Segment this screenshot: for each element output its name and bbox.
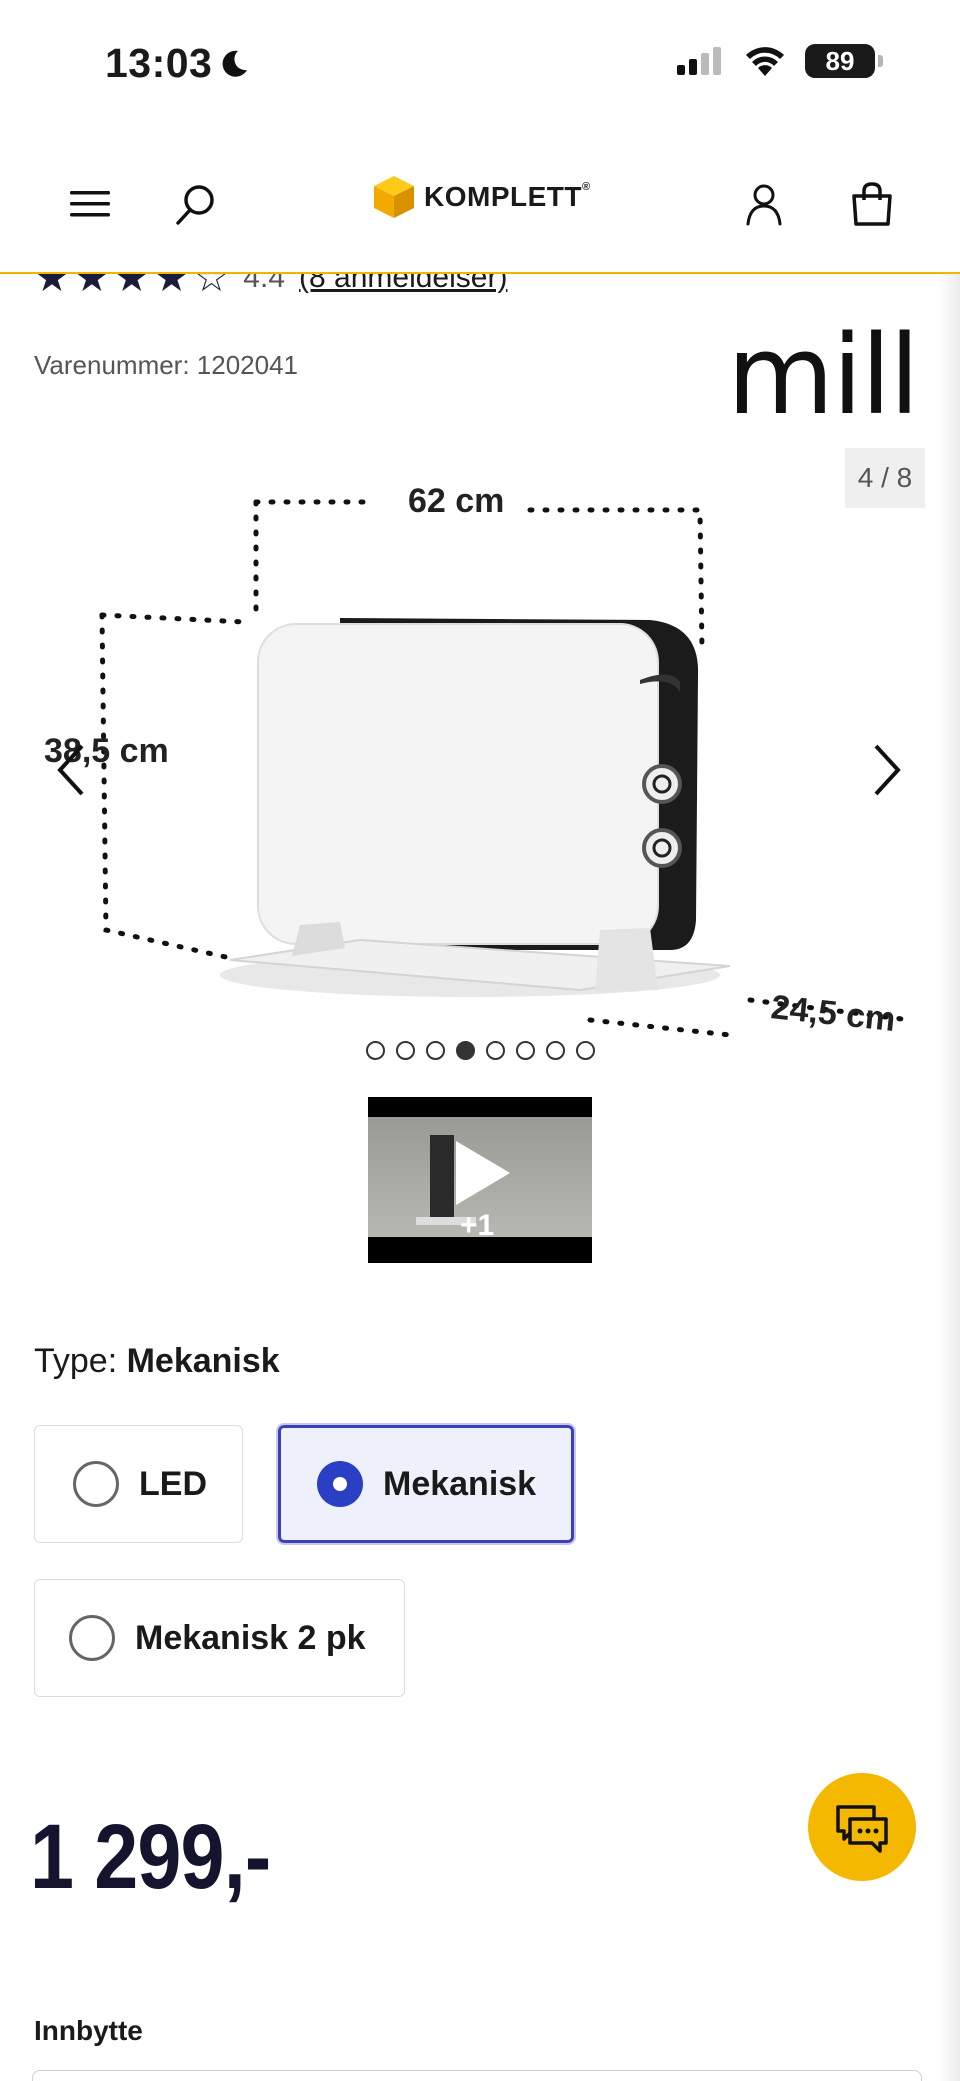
site-header: KOMPLETT® [0, 130, 960, 274]
dimension-depth-label: 24,5 cm [769, 988, 897, 1039]
clock-text: 13:03 [105, 40, 213, 86]
type-selected-value: Mekanisk [126, 1342, 280, 1380]
sku-number: Varenummer: 1202041 [34, 350, 299, 380]
carousel-dots [366, 1041, 595, 1060]
search-icon[interactable] [172, 180, 220, 228]
play-icon[interactable] [450, 1137, 514, 1209]
carousel-dot[interactable] [456, 1041, 475, 1060]
carousel-dot[interactable] [486, 1041, 505, 1060]
status-bar: 13:03 89 [0, 0, 960, 130]
chat-button[interactable] [808, 1773, 916, 1881]
type-option-label: LED [139, 1464, 207, 1503]
status-indicators: 89 [675, 44, 883, 78]
type-option-mekanisk-2pk[interactable]: Mekanisk 2 pk [34, 1579, 405, 1697]
type-option-label: Mekanisk [383, 1464, 537, 1503]
brand-logo[interactable]: mill [727, 320, 920, 430]
carousel-dot[interactable] [516, 1041, 535, 1060]
user-icon[interactable] [740, 180, 788, 228]
chevron-left-icon[interactable] [48, 740, 98, 800]
radio-selected-icon[interactable] [317, 1461, 363, 1507]
status-time: 13:03 [105, 40, 250, 87]
video-thumbnail[interactable]: +1 [368, 1097, 592, 1263]
signal-icon [677, 47, 721, 75]
battery-level: 89 [825, 45, 855, 76]
carousel-dot[interactable] [396, 1041, 415, 1060]
type-option-mekanisk[interactable]: Mekanisk [276, 1423, 576, 1545]
logo-text: KOMPLETT® [424, 181, 591, 212]
dimension-width-label: 62 cm [408, 482, 504, 520]
product-price: 1 299,- [30, 1806, 271, 1908]
tradein-label: Innbytte [34, 2015, 143, 2046]
carousel-dot[interactable] [546, 1041, 565, 1060]
radio-icon[interactable] [69, 1615, 115, 1661]
battery-indicator: 89 [805, 44, 883, 78]
logo-cube-icon [374, 176, 414, 218]
komplett-logo[interactable]: KOMPLETT® [372, 174, 591, 220]
radio-icon[interactable] [73, 1461, 119, 1507]
type-label: Type: Mekanisk [34, 1342, 280, 1380]
carousel-dot[interactable] [366, 1041, 385, 1060]
wifi-icon [746, 47, 784, 76]
tradein-select[interactable] [32, 2070, 922, 2081]
product-image[interactable]: 62 cm 38,5 cm 24,5 cm [30, 470, 930, 1070]
menu-icon[interactable] [66, 180, 114, 228]
page-edge-shade [938, 130, 960, 2081]
moon-icon [222, 50, 248, 77]
carousel-dot[interactable] [426, 1041, 445, 1060]
chat-icon [836, 1805, 888, 1853]
video-count: +1 [460, 1209, 495, 1242]
type-option-label: Mekanisk 2 pk [135, 1618, 366, 1657]
cart-icon[interactable] [848, 180, 896, 228]
chevron-right-icon[interactable] [862, 740, 912, 800]
type-option-led[interactable]: LED [34, 1425, 243, 1543]
carousel-dot[interactable] [576, 1041, 595, 1060]
